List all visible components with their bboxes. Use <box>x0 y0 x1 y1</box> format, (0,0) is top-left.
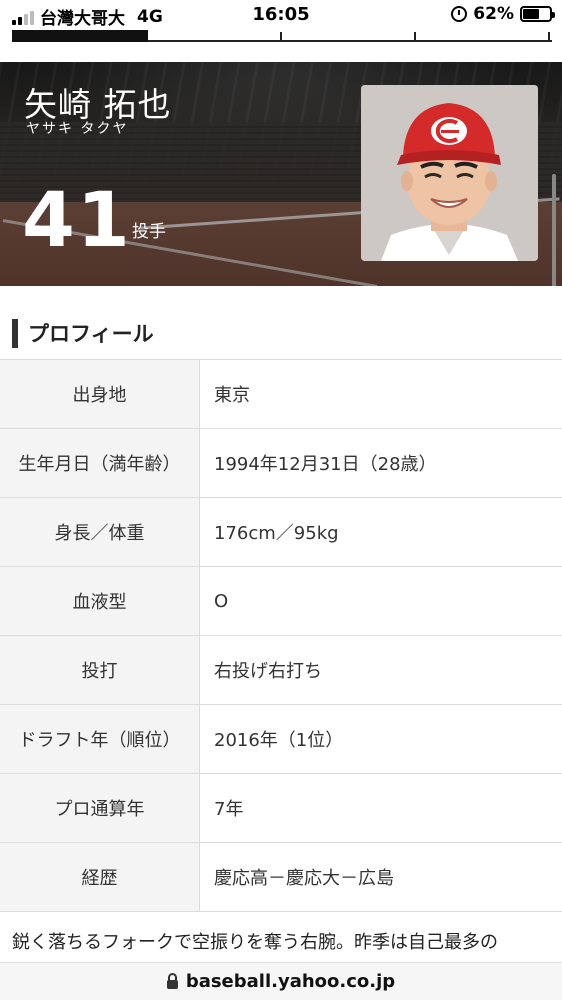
player-bio: 鋭く落ちるフォークで空振りを奪う右腕。昨季は自己最多の <box>12 932 498 953</box>
row-value: O <box>214 590 229 612</box>
battery-percent: 62% <box>473 4 514 24</box>
player-kana: ヤサキ タクヤ <box>26 121 129 137</box>
row-value: 1994年12月31日（28歳） <box>214 454 437 475</box>
battery-level <box>523 9 540 19</box>
table-row: 投打 右投げ右打ち <box>0 636 562 705</box>
status-right: 62% <box>451 4 555 24</box>
table-row: プロ通算年 7年 <box>0 774 562 843</box>
scrollbar[interactable] <box>552 174 556 286</box>
row-value: 慶応高－慶応大－広島 <box>214 868 394 889</box>
table-row: 身長／体重 176cm／95kg <box>0 498 562 567</box>
tab-active-indicator <box>12 30 148 42</box>
profile-table: 出身地 東京 生年月日（満年齢） 1994年12月31日（28歳） 身長／体重 … <box>0 359 562 912</box>
alarm-icon <box>451 6 468 22</box>
table-row: 生年月日（満年齢） 1994年12月31日（28歳） <box>0 429 562 498</box>
table-row: 血液型 O <box>0 567 562 636</box>
battery-icon <box>520 6 555 22</box>
tab-strip[interactable] <box>12 28 552 42</box>
table-row: ドラフト年（順位） 2016年（1位） <box>0 705 562 774</box>
player-photo-illustration <box>361 85 538 261</box>
player-position: 投手 <box>132 222 166 242</box>
row-label: 経歴 <box>0 843 200 911</box>
row-label: 出身地 <box>0 360 200 428</box>
row-label: プロ通算年 <box>0 774 200 842</box>
player-photo <box>361 85 538 261</box>
tab-divider <box>280 32 282 42</box>
row-label: ドラフト年（順位） <box>0 705 200 773</box>
heading-accent-bar <box>12 318 18 348</box>
row-value: 右投げ右打ち <box>214 661 322 682</box>
url-bar[interactable]: baseball.yahoo.co.jp <box>0 962 562 1000</box>
lock-icon <box>166 972 178 989</box>
url-text[interactable]: baseball.yahoo.co.jp <box>186 971 395 992</box>
table-row: 経歴 慶応高－慶応大－広島 <box>0 843 562 912</box>
row-label: 投打 <box>0 636 200 704</box>
profile-heading: プロフィール <box>12 318 154 348</box>
status-bar: 台灣大哥大 4G 16:05 62% <box>0 0 562 30</box>
tab-divider <box>414 32 416 42</box>
row-label: 身長／体重 <box>0 498 200 566</box>
row-value: 7年 <box>214 799 244 820</box>
profile-heading-text: プロフィール <box>28 322 154 346</box>
row-label: 生年月日（満年齢） <box>0 429 200 497</box>
player-hero: 矢崎 拓也 ヤサキ タクヤ 41 投手 <box>0 62 562 286</box>
table-row: 出身地 東京 <box>0 360 562 429</box>
row-value: 東京 <box>214 385 250 406</box>
row-value: 176cm／95kg <box>214 523 339 544</box>
player-number: 41 <box>22 175 132 264</box>
row-value: 2016年（1位） <box>214 730 344 751</box>
row-label: 血液型 <box>0 567 200 635</box>
tab-divider <box>548 32 550 42</box>
